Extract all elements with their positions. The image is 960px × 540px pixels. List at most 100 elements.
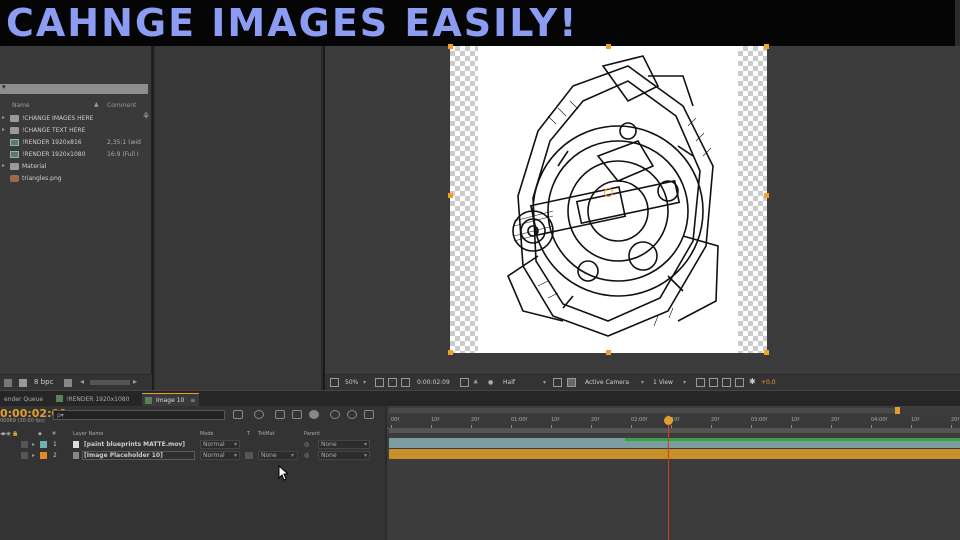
flowchart-icon[interactable] [735,378,744,387]
safe-margins-icon[interactable] [330,378,339,387]
stopwatch-icon[interactable] [347,410,357,419]
frame-blending-icon[interactable] [292,410,302,419]
channel-icon[interactable]: ● [488,379,493,386]
layer-name[interactable]: [paint blueprints MATTE.mov] [84,441,185,448]
transform-handle[interactable] [764,44,769,49]
timeline-tabs: ender Queue !RENDER 1920x1080 Image 10 ≡ [0,390,960,406]
fast-previews-icon[interactable] [709,378,718,387]
expand-arrow-icon[interactable]: ▸ [2,126,5,133]
folder-icon [10,115,19,122]
toggle-pixel-aspect-icon[interactable] [696,378,705,387]
snapshot-icon[interactable] [401,378,410,387]
project-item[interactable]: !RENDER 1920x1080 16:9 (Full I [0,149,148,161]
scroll-left-icon[interactable]: ◂ [80,377,84,386]
layer-number-header: # [52,431,57,437]
camera-dropdown[interactable]: Active Camera [585,379,629,386]
preserve-transparency-toggle[interactable] [245,452,253,459]
work-area-bar[interactable] [389,428,960,433]
tab-menu-icon[interactable]: ≡ [190,397,195,404]
transform-handle[interactable] [764,193,769,198]
pick-whip-icon[interactable]: ◎ [304,441,309,448]
search-icon: ρ▾ [57,412,64,419]
region-of-interest-icon[interactable] [553,378,562,387]
anchor-point-icon[interactable] [604,188,613,197]
eye-icon[interactable] [21,441,28,448]
time-ruler[interactable]: 00f 10f 20f 01:00f 10f 20f 02:00f 10f 20f 03:00f 1… [387,415,960,429]
pick-whip-icon[interactable]: ◎ [304,452,309,459]
layer-row[interactable]: ▸ 2 [Image Placeholder 10] Normal ▾ None… [0,450,385,461]
interpret-footage-icon[interactable] [4,379,12,387]
expand-arrow-icon[interactable]: ▸ [2,114,5,121]
graph-editor-icon[interactable] [330,410,340,419]
color-picker-icon[interactable]: ♣ [473,379,478,386]
project-item[interactable]: triangles.png [0,173,148,185]
mask-icon[interactable] [388,378,397,387]
viewer-timecode[interactable]: 0:00:02:09 [417,379,450,386]
exposure-icon[interactable]: ✱ [749,377,756,386]
project-bottom-toolbar: 8 bpc ◂ ▸ [0,374,152,390]
composition-canvas[interactable] [450,46,767,353]
effects-panel [153,46,323,390]
parent-dropdown[interactable]: None [318,440,370,449]
label-color-swatch[interactable] [40,452,47,459]
timeline-layer-panel: 0:00:02:09 00069 (30.00 fps) ρ▾ ◀▸◉ 🔒 ◆ … [0,406,385,540]
views-dropdown[interactable]: 1 View [653,379,673,386]
transform-handle[interactable] [448,193,453,198]
expand-arrow-icon[interactable]: ▸ [32,452,35,459]
project-item[interactable]: ▸ !CHANGE IMAGES HERE [0,113,148,125]
draft-3d-icon[interactable] [254,410,264,419]
render-preview-icon[interactable] [364,410,374,419]
playhead-line[interactable] [668,415,669,540]
tab-image-10[interactable]: Image 10 ≡ [142,393,200,406]
transform-handle[interactable] [448,350,453,355]
label-color-swatch[interactable] [40,441,47,448]
motion-blur-icon[interactable] [309,410,319,419]
eye-icon[interactable] [21,452,28,459]
expand-arrow-icon[interactable]: ▸ [32,441,35,448]
expand-arrow-icon[interactable]: ▸ [2,162,5,169]
tab-render-queue[interactable]: ender Queue [0,393,47,406]
comment-column-header[interactable]: Comment [107,102,136,109]
project-search-input[interactable] [0,84,148,94]
image-file-icon [10,175,19,182]
hide-shy-layers-icon[interactable] [275,410,285,419]
ruler-tick-label: 02:00f [631,417,648,423]
transform-handle[interactable] [606,350,611,355]
layer-1-cache-indicator [625,438,960,441]
composition-icon [145,397,152,404]
time-navigator-end-handle[interactable] [895,407,900,414]
grid-icon[interactable] [375,378,384,387]
layer-row[interactable]: ▸ 1 [paint blueprints MATTE.mov] Normal … [0,439,385,450]
bit-depth-button[interactable]: 8 bpc [34,378,53,386]
project-item[interactable]: !RENDER 1920x816 2,35:1 (wid [0,137,148,149]
timeline-icon[interactable] [722,378,731,387]
parent-dropdown[interactable]: None [318,451,370,460]
exposure-value[interactable]: +0,0 [761,379,776,386]
transform-handle[interactable] [606,44,611,49]
resolution-dropdown[interactable]: Half [503,379,515,386]
frame-count-display: 00069 (30.00 fps) [0,418,45,424]
zoom-dropdown[interactable]: 50% [345,379,358,386]
transform-handle[interactable] [448,44,453,49]
layer-2-duration-bar[interactable] [389,449,960,459]
camera-icon[interactable] [460,378,469,387]
comp-mini-flowchart-icon[interactable] [233,410,243,419]
scroll-right-icon[interactable]: ▸ [133,377,137,386]
tab-render-comp[interactable]: !RENDER 1920x1080 [62,393,133,406]
layer-search-input[interactable]: ρ▾ [53,410,225,420]
search-dropdown-icon[interactable]: ▾ [2,83,6,91]
transform-handle[interactable] [764,350,769,355]
layer-name-header[interactable]: Layer Name [73,431,103,437]
project-item[interactable]: ▸ Material [0,161,148,173]
current-time-indicator[interactable] [664,416,673,425]
name-column-header[interactable]: Name [12,102,30,109]
time-navigator[interactable] [389,408,899,413]
chevron-down-icon: ▾ [641,379,645,386]
layer-name[interactable]: [Image Placeholder 10] [84,452,163,459]
horizontal-scrollbar[interactable] [90,380,130,385]
project-item[interactable]: ▸ !CHANGE TEXT HERE [0,125,148,137]
trash-icon[interactable] [64,379,72,387]
transparency-grid-icon[interactable] [567,378,576,387]
project-item-name: !RENDER 1920x816 [22,139,82,146]
new-folder-icon[interactable] [19,379,27,387]
